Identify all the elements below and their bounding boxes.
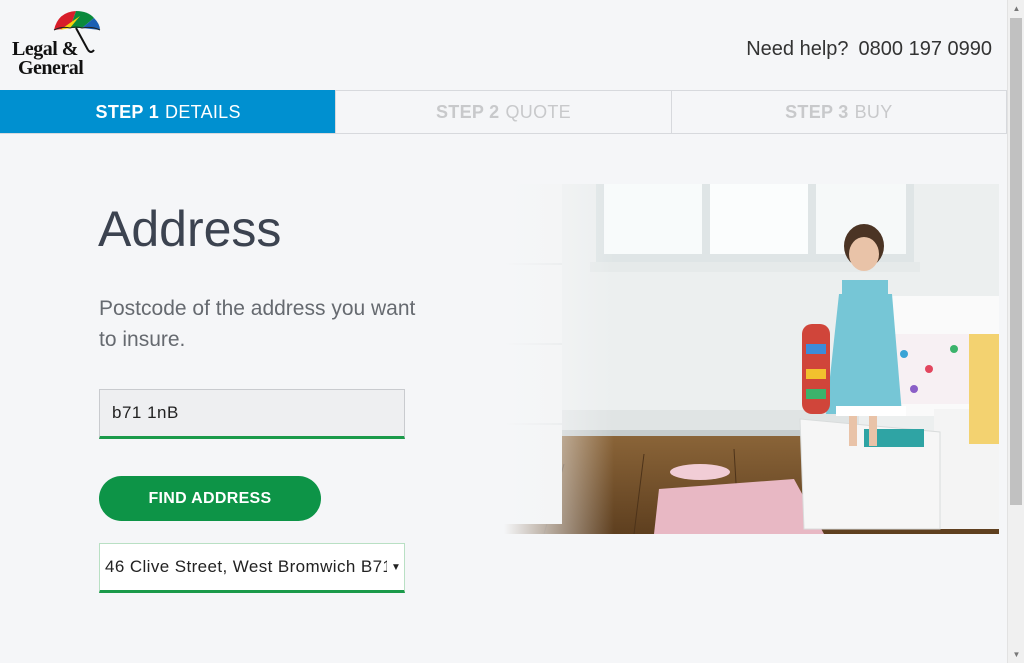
help-label: Need help? xyxy=(746,38,849,60)
step-3-buy: STEP 3 BUY xyxy=(670,90,1007,133)
brand-wordmark: Legal & General xyxy=(12,39,84,79)
step-number: STEP 2 xyxy=(435,101,500,122)
step-number: STEP 1 xyxy=(95,101,160,122)
address-selected-value: 46 Clive Street, West Bromwich B71 1NB xyxy=(105,557,387,576)
address-select[interactable]: 46 Clive Street, West Bromwich B71 1NB ▼ xyxy=(99,543,405,593)
girl-in-bedroom-image xyxy=(504,184,999,534)
scroll-down-arrow-icon[interactable]: ▼ xyxy=(1008,646,1024,663)
help-contact: Need help? 0800 197 0990 xyxy=(746,38,992,61)
step-progress-bar: STEP 1 DETAILS STEP 2 QUOTE STEP 3 BUY xyxy=(0,90,1007,134)
postcode-question: Postcode of the address you want to insu… xyxy=(99,297,416,351)
caret-down-icon: ▼ xyxy=(391,561,401,573)
scrollbar-thumb[interactable] xyxy=(1010,18,1022,505)
step-label: BUY xyxy=(854,101,893,122)
step-number: STEP 3 xyxy=(785,101,849,122)
step-label: QUOTE xyxy=(505,101,571,122)
brand-logo[interactable]: Legal & General xyxy=(10,8,110,80)
brand-line-2: General xyxy=(18,57,84,79)
step-2-quote: STEP 2 QUOTE xyxy=(335,90,671,133)
postcode-input[interactable] xyxy=(99,389,405,439)
page-scrollbar[interactable]: ▲ ▼ xyxy=(1007,0,1024,663)
step-1-details[interactable]: STEP 1 DETAILS xyxy=(0,90,336,133)
help-phone-link[interactable]: 0800 197 0990 xyxy=(859,38,992,61)
step-label: DETAILS xyxy=(165,101,241,122)
scroll-up-arrow-icon[interactable]: ▲ xyxy=(1008,0,1024,17)
page-title: Address xyxy=(98,201,282,257)
find-address-button[interactable]: FIND ADDRESS xyxy=(99,476,321,521)
page: Legal & General Need help? 0800 197 0990… xyxy=(0,0,1007,663)
hero-photo xyxy=(504,184,999,534)
